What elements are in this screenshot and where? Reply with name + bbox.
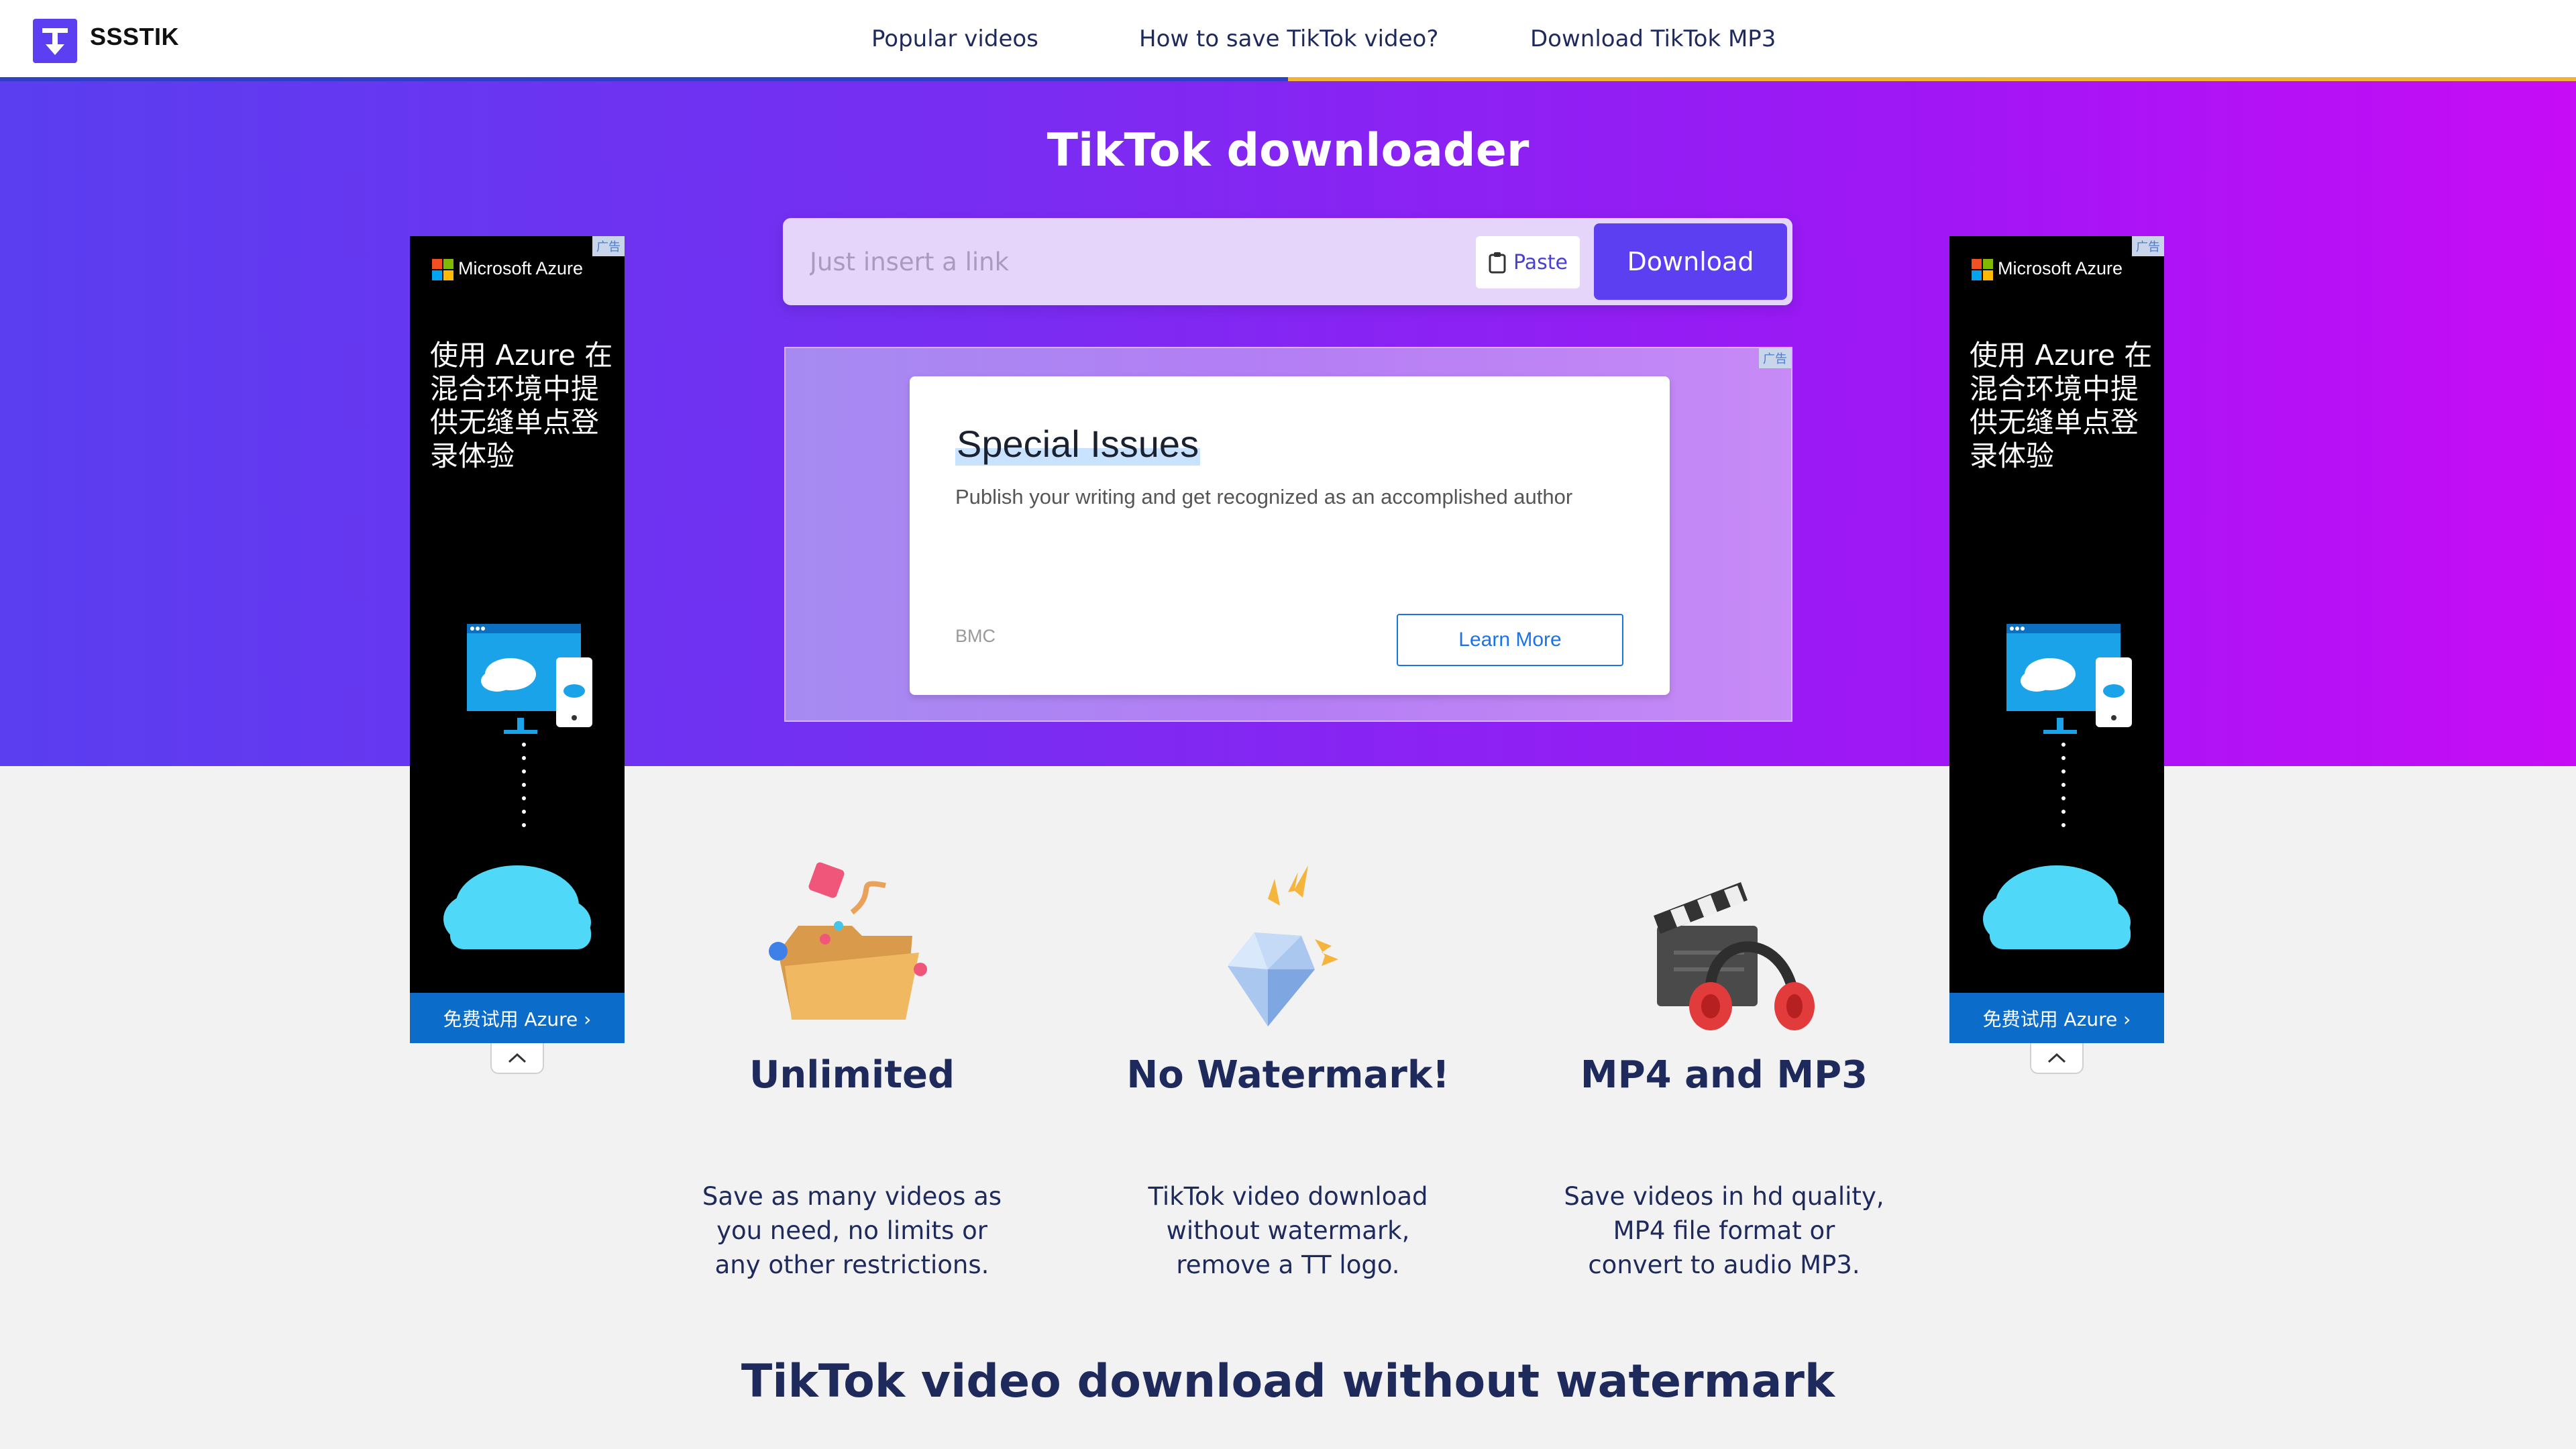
clapper-headphones-icon	[1654, 882, 1815, 1030]
feature-no-watermark: No Watermark! TikTok video download with…	[1114, 852, 1462, 1279]
ad-choices-icon[interactable]: 广告	[592, 236, 625, 256]
feature-title: Unlimited	[749, 1053, 955, 1097]
folder-icon	[769, 862, 927, 1020]
collapse-ad-button[interactable]	[490, 1043, 544, 1074]
cloud-device-illustration-icon	[443, 624, 592, 949]
link-input[interactable]	[810, 238, 1481, 285]
page-title: TikTok downloader	[1046, 124, 1529, 177]
ad-brand: Microsoft Azure	[458, 258, 584, 278]
ad-headline: 使用 Azure 在混合环境中提供无缝单点登录体验	[1970, 339, 2153, 472]
try-azure-button[interactable]: 免费试用 Azure ›	[410, 993, 625, 1043]
ad-banner[interactable]: 广告 Special Issues Publish your writing a…	[784, 347, 1792, 722]
site-header: SSSTIK Popular videos How to save TikTok…	[0, 0, 2576, 79]
search-box: Paste Download	[783, 218, 1792, 305]
side-ad-left[interactable]: 广告 Microsoft Azure 使用 Azure 在混合环境中提供无缝单点…	[410, 236, 625, 1043]
logo-text[interactable]: SSSTIK	[90, 23, 179, 51]
ad-choices-icon[interactable]: 广告	[1759, 348, 1791, 368]
nav-popular-videos[interactable]: Popular videos	[871, 25, 1038, 52]
feature-mp4-mp3: MP4 and MP3 Save videos in hd quality, M…	[1550, 852, 1898, 1279]
diamond-icon	[1228, 865, 1338, 1026]
chevron-up-icon	[2047, 1053, 2066, 1063]
try-azure-button[interactable]: 免费试用 Azure ›	[1949, 993, 2164, 1043]
paste-button[interactable]: Paste	[1476, 236, 1580, 288]
ad-headline: 使用 Azure 在混合环境中提供无缝单点登录体验	[430, 339, 613, 472]
clipboard-icon	[1489, 252, 1506, 274]
feature-unlimited: Unlimited Save as many videos as you nee…	[678, 852, 1026, 1279]
microsoft-logo-icon	[1972, 259, 1993, 280]
paste-label: Paste	[1513, 250, 1568, 274]
feature-title: No Watermark!	[1126, 1053, 1450, 1097]
download-button[interactable]: Download	[1594, 223, 1787, 300]
nav-how-to-save[interactable]: How to save TikTok video?	[1139, 25, 1438, 52]
ad-card[interactable]: Special Issues Publish your writing and …	[910, 376, 1670, 695]
nav-download-mp3[interactable]: Download TikTok MP3	[1530, 25, 1776, 52]
feature-description: Save as many videos as you need, no limi…	[702, 1182, 1002, 1279]
ssstik-logo-icon[interactable]	[33, 19, 77, 63]
ad-brand: Microsoft Azure	[1998, 258, 2123, 278]
learn-more-button[interactable]: Learn More	[1397, 614, 1623, 666]
microsoft-logo-icon	[432, 259, 453, 280]
feature-description: Save videos in hd quality, MP4 file form…	[1564, 1182, 1884, 1279]
feature-title: MP4 and MP3	[1580, 1053, 1868, 1097]
ad-choices-icon[interactable]: 广告	[2132, 236, 2164, 256]
section-heading: TikTok video download without watermark	[741, 1355, 1835, 1408]
ad-brand: BMC	[955, 626, 996, 646]
cloud-device-illustration-icon	[1983, 624, 2132, 949]
chevron-up-icon	[508, 1053, 527, 1063]
collapse-ad-button[interactable]	[2030, 1043, 2084, 1074]
ad-title[interactable]: Special Issues	[955, 422, 1201, 466]
feature-description: TikTok video download without watermark,…	[1148, 1182, 1428, 1279]
ad-subtitle: Publish your writing and get recognized …	[955, 485, 1573, 508]
side-ad-right[interactable]: 广告 Microsoft Azure 使用 Azure 在混合环境中提供无缝单点…	[1949, 236, 2164, 1043]
